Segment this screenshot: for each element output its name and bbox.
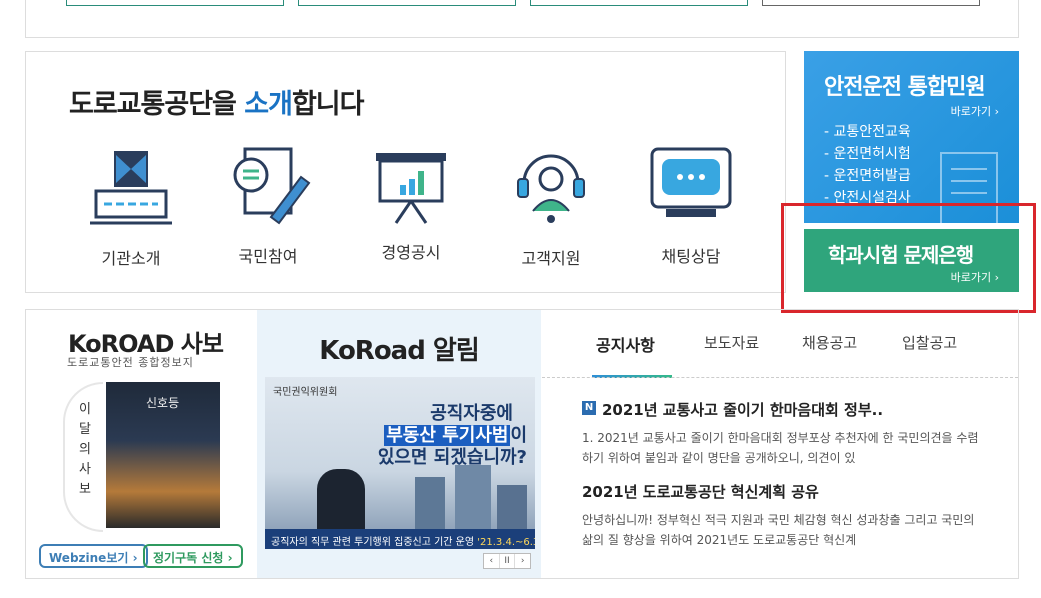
intro-item-label: 고객지원 <box>521 249 581 268</box>
alarm-pager: ‹ II › <box>483 553 531 569</box>
notice-post-body: 1. 2021년 교통사고 줄이기 한마음대회 정부포상 추천자에 한 국민의견… <box>582 431 979 465</box>
headset-agent-icon <box>517 154 585 223</box>
intro-item-label: 기관소개 <box>101 249 161 268</box>
intro-item-label: 국민참여 <box>238 247 298 266</box>
notice-post-title[interactable]: 2021년 교통사고 줄이기 한마음대회 정부.. <box>582 399 982 420</box>
top-quick-menu <box>25 0 1019 38</box>
intro-title-post: 합니다 <box>291 89 365 120</box>
safe-banner-go-link[interactable]: 바로가기 › <box>951 103 999 119</box>
intro-section: 도로교통공단을 소개합니다 기관소개 국민참여 경영공시 고객지원 채팅상담 <box>25 51 786 293</box>
notice-post[interactable]: 2021년 교통사고 줄이기 한마음대회 정부.. 1. 2021년 교통사고 … <box>582 399 982 468</box>
highlight-frame <box>781 203 1036 313</box>
magazine-panel: KoROAD 사보 도로교통안전 종합정보지 이 달 의 사 보 신호등 Web… <box>26 310 257 578</box>
intro-item-label: 채팅상담 <box>661 247 721 266</box>
bottom-section: KoROAD 사보 도로교통안전 종합정보지 이 달 의 사 보 신호등 Web… <box>25 309 1019 579</box>
intro-item-support[interactable]: 고객지원 <box>491 147 611 269</box>
alarm-caption-text: 공직자의 직무 관련 투기행위 집중신고 기간 운영 <box>271 537 478 548</box>
quick-menu-button-1[interactable] <box>66 0 284 6</box>
intro-title: 도로교통공단을 소개합니다 <box>69 82 364 121</box>
subscribe-button[interactable]: 정기구독 신청 › <box>143 544 243 568</box>
pager-pause-icon[interactable]: II <box>500 554 516 568</box>
safe-driving-banner[interactable]: 안전운전 통합민원 바로가기 › - 교통안전교육 - 운전면허시험 - 운전면… <box>804 51 1019 223</box>
notice-panel: 공지사항 보도자료 채용공고 입찰공고 N 2021년 교통사고 줄이기 한마음… <box>542 310 1018 578</box>
chat-monitor-icon <box>650 147 732 217</box>
notice-tabs: 공지사항 보도자료 채용공고 입찰공고 <box>592 332 972 378</box>
koroad-logo-icon <box>90 151 172 225</box>
alarm-caption-date: '21.3.4.~6.30. <box>477 537 535 548</box>
safe-banner-title: 안전운전 통합민원 <box>824 75 986 100</box>
pager-prev-icon[interactable]: ‹ <box>484 554 500 568</box>
alarm-caption-bar: 공직자의 직무 관련 투기행위 집중신고 기간 운영 '21.3.4.~6.30… <box>265 529 535 549</box>
intro-title-highlight: 소개 <box>244 89 293 120</box>
safe-banner-list: - 교통안전교육 - 운전면허시험 - 운전면허발급 - 안전시설검사 <box>824 121 911 209</box>
tab-bid[interactable]: 입찰공고 <box>902 332 957 353</box>
safe-banner-item[interactable]: - 운전면허시험 <box>824 143 911 165</box>
safe-banner-item[interactable]: - 운전면허발급 <box>824 165 911 187</box>
magazine-cover-title: 신호등 <box>146 396 180 410</box>
quick-menu-button-3[interactable] <box>530 0 748 6</box>
intro-title-pre: 도로교통공단을 <box>69 89 245 120</box>
magazine-subtitle: 도로교통안전 종합정보지 <box>67 356 194 369</box>
tab-recruit[interactable]: 채용공고 <box>802 332 857 353</box>
alarm-org: 국민권익위원회 <box>273 387 338 398</box>
alarm-title: KoRoad 알림 <box>319 336 479 366</box>
webzine-button[interactable]: Webzine보기 › <box>39 544 148 568</box>
presentation-board-icon <box>376 153 446 224</box>
notice-post[interactable]: 2021년 도로교통공단 혁신계획 공유 안녕하십니까! 정부혁신 적극 지원과… <box>582 481 982 550</box>
intro-item-participation[interactable]: 국민참여 <box>208 147 328 267</box>
safe-banner-item[interactable]: - 교통안전교육 <box>824 121 911 143</box>
pager-next-icon[interactable]: › <box>515 554 530 568</box>
quick-menu-button-4[interactable] <box>762 0 980 6</box>
magazine-vertical-text: 이 달 의 사 보 <box>79 402 91 497</box>
notice-post-title[interactable]: 2021년 도로교통공단 혁신계획 공유 <box>582 481 982 502</box>
notice-post-body: 안녕하십니까! 정부혁신 적극 지원과 국민 체감형 혁신 성과창출 그리고 국… <box>582 513 975 547</box>
quick-menu-button-2[interactable] <box>298 0 516 6</box>
alarm-line3: 있으면 되겠습니까? <box>377 447 527 468</box>
speech-pen-icon <box>233 147 311 225</box>
alarm-banner-image[interactable]: 국민권익위원회 공직자중에 부동산 투기사범 이 있으면 되겠습니까? 공직자의 … <box>265 377 535 549</box>
intro-item-label: 경영공시 <box>381 243 441 262</box>
alarm-panel: KoRoad 알림 국민권익위원회 공직자중에 부동산 투기사범 이 있으면 되겠… <box>257 310 541 578</box>
intro-item-about[interactable]: 기관소개 <box>71 147 191 269</box>
tab-notice[interactable]: 공지사항 <box>596 332 655 356</box>
magazine-cover[interactable]: 신호등 <box>106 382 220 528</box>
tab-divider <box>542 377 1018 378</box>
intro-item-chat[interactable]: 채팅상담 <box>631 147 751 267</box>
intro-item-disclosure[interactable]: 경영공시 <box>351 147 471 263</box>
tab-press[interactable]: 보도자료 <box>704 332 759 353</box>
